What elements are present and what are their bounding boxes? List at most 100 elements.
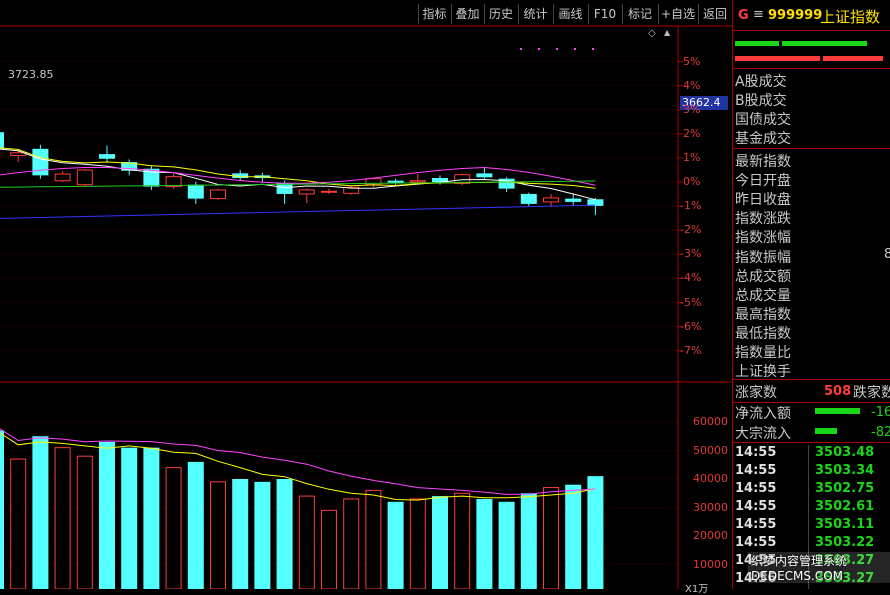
tick-time: 14:55 (735, 445, 777, 460)
candlestick-chart (0, 132, 604, 219)
volume-tick-label: 60000 (693, 415, 728, 428)
candle-body-up (321, 190, 337, 193)
block-inflow-bar (815, 428, 837, 434)
toolbar-separator (658, 4, 659, 24)
volume-bar-up (54, 447, 71, 589)
volume-bar-down (143, 447, 160, 589)
tick-price: 3502.61 (815, 499, 875, 514)
bid-bar-green (735, 41, 779, 46)
volume-bar-down (232, 479, 249, 589)
tick-price: 3502.75 (815, 481, 875, 496)
volume-unit: X1万 (685, 584, 709, 595)
candle-body-down (476, 173, 493, 178)
volume-tick-label: 30000 (693, 500, 728, 514)
stat-label-2: 今日开盘 (735, 173, 791, 190)
pct-tick-label: 1% (683, 150, 701, 164)
volume-bar-down (387, 501, 404, 589)
toolbar-separator (418, 4, 419, 24)
volume-bar-up (543, 487, 559, 589)
toolbar-button-2[interactable]: 叠加 (451, 4, 484, 24)
triangle-icon[interactable]: ▲ (664, 28, 670, 37)
toolbar-separator (588, 4, 589, 24)
volume-tick-label: 40000 (693, 472, 728, 485)
diamond-icon[interactable]: ◇ (648, 28, 656, 39)
tick-price: 3503.22 (815, 535, 875, 550)
volume-bar-down (32, 436, 49, 589)
tick-separator (808, 445, 809, 463)
volume-bar-up (343, 498, 360, 589)
candle-body-up (409, 180, 426, 183)
stat-label-11: 指数量比 (735, 345, 791, 361)
toolbar-button-6[interactable]: F10 (588, 4, 622, 24)
bid-bar-green (782, 41, 867, 46)
stat-label-4: 指数涨跌 (735, 211, 791, 228)
volume-tick-label: 20000 (693, 529, 728, 542)
net-inflow-value: -16 (871, 405, 890, 420)
watermark: 织梦内容管理系统 DEDECMS.COM (748, 552, 890, 583)
pct-tick-label: -1% (680, 199, 702, 213)
candle-body-down (0, 132, 4, 149)
candle-body-down (276, 183, 293, 194)
toolbar-button-7[interactable]: 标记 (622, 4, 658, 24)
tick-separator (808, 535, 809, 553)
pct-tick-label: -3% (680, 247, 702, 261)
volume-bar-down (0, 430, 4, 589)
toolbar-separator (451, 4, 452, 24)
ask-bar-red (823, 56, 883, 61)
net-inflow-label: 净流入额 (735, 406, 791, 422)
candle-body-up (543, 197, 559, 203)
pct-tick-label: -7% (680, 343, 702, 357)
candle-body-down (99, 154, 115, 159)
volume-bar-up (10, 458, 27, 589)
tick-price: 3503.48 (815, 445, 875, 460)
toolbar-button-5[interactable]: 画线 (553, 4, 588, 24)
candle-body-down (387, 180, 404, 183)
pct-tick-label: 0% (683, 175, 701, 188)
volume-bar-down (587, 476, 604, 589)
divider (733, 68, 890, 69)
toolbar-button-1[interactable]: 指标 (418, 4, 451, 24)
symbol-name: 上证指数 (820, 8, 881, 26)
pct-tick-label: 2% (683, 126, 701, 140)
candle-body-down (565, 198, 582, 202)
g-icon[interactable]: G (738, 8, 749, 23)
marker-dot (520, 48, 522, 50)
toolbar-button-3[interactable]: 历史 (484, 4, 518, 24)
tick-separator (808, 517, 809, 535)
tick-separator (808, 463, 809, 481)
stat-label-5: 指数涨幅 (735, 230, 791, 247)
pct-tick-label: 3% (683, 102, 701, 116)
volume-bar-up (365, 489, 382, 589)
block-inflow-value: -82 (871, 425, 890, 440)
stat-label-12: 上证换手 (735, 364, 791, 381)
pct-tick-label: -5% (680, 295, 702, 309)
advance-value: 508 (824, 384, 852, 399)
tick-price: 3503.11 (815, 517, 875, 532)
tick-time: 14:55 (735, 463, 777, 478)
toolbar-separator (484, 4, 485, 24)
volume-bar-up (409, 498, 426, 589)
marker-dot (556, 48, 558, 50)
turnover-label-4: 基金成交 (735, 131, 791, 147)
volume-bar-up (165, 467, 182, 589)
advance-label: 涨家数 (735, 385, 777, 401)
marker-dot (592, 48, 594, 50)
toolbar-button-8[interactable]: +自选 (658, 4, 698, 24)
toolbar-button-4[interactable]: 统计 (518, 4, 553, 24)
candle-body-down (520, 193, 537, 204)
volume-bar-up (321, 509, 337, 589)
volume-bar-down (99, 441, 115, 589)
pct-tick-label: -4% (680, 271, 702, 285)
pct-tick-label: -6% (680, 319, 702, 333)
divider (733, 148, 890, 149)
stat-label-8: 总成交量 (735, 287, 791, 304)
toolbar-separator (698, 4, 699, 24)
tick-time: 14:55 (735, 535, 777, 550)
menu-icon[interactable]: ≡ (753, 7, 764, 22)
toolbar-button-9[interactable]: 返回 (698, 4, 732, 24)
turnover-label-1: A股成交 (735, 74, 787, 90)
ask-bar-red (735, 56, 820, 61)
volume-bar-down (476, 498, 493, 589)
tick-time: 14:55 (735, 481, 777, 496)
candle-body-down (187, 184, 204, 199)
